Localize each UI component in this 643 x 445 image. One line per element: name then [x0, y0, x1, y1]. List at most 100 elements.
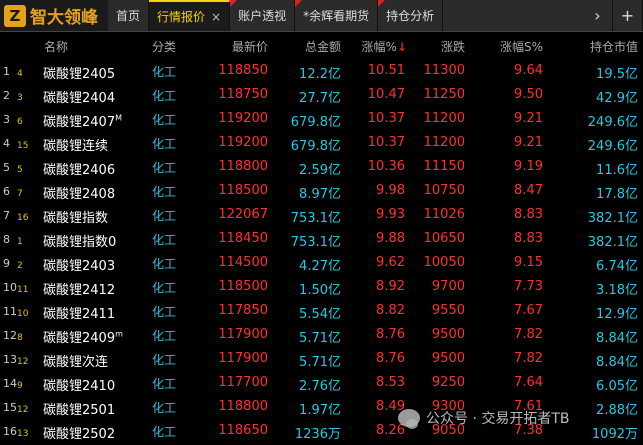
row-pct5: 8.83	[514, 231, 543, 246]
col-header-pct[interactable]: 涨幅%↓	[362, 38, 407, 55]
col-header-pct5[interactable]: 涨幅S%	[500, 38, 543, 55]
add-tab-icon[interactable]: +	[613, 0, 643, 31]
tab-0[interactable]: 首页	[108, 0, 150, 31]
table-row[interactable]: 4 15 化工 119200 679.8亿 10.37 11200 9.21 249.6亿 碳酸锂…	[0, 131, 643, 155]
quote-table-body: 1 4 化工 118850 12.2亿 10.51 11300 9.64 19.5亿 碳酸锂240…	[0, 59, 643, 443]
row-index: 13	[3, 353, 17, 366]
row-change: 11300	[423, 63, 465, 78]
quote-table-header: 名称 分类 最新价 总金额 涨幅%↓ 涨跌 涨幅S% 持仓市值	[0, 33, 643, 59]
row-pct: 10.37	[367, 135, 405, 150]
table-row[interactable]: 11 10 化工 117850 5.54亿 8.82 9550 7.67 12.9亿 碳酸锂241…	[0, 299, 643, 323]
row-name-text: 碳酸锂2411	[43, 307, 116, 322]
tab-scroll-next-icon[interactable]: ›	[583, 0, 613, 31]
col-header-amount[interactable]: 总金额	[305, 38, 341, 55]
row-name-text: 碳酸锂2409	[43, 331, 116, 346]
table-row[interactable]: 10 11 化工 118500 1.50亿 8.92 9700 7.73 3.18亿 碳酸锂241…	[0, 275, 643, 299]
tab-1[interactable]: 行情报价 ×	[149, 0, 231, 31]
col-header-change[interactable]: 涨跌	[441, 38, 465, 55]
row-price: 122067	[218, 207, 268, 222]
tab-3[interactable]: *余辉看期货	[295, 0, 379, 31]
table-row[interactable]: 13 12 化工 117900 5.71亿 8.76 9500 7.82 8.84亿 碳酸锂次连	[0, 347, 643, 371]
col-header-category[interactable]: 分类	[152, 38, 176, 55]
row-open-interest: 2.88亿	[596, 403, 638, 418]
row-name: 碳酸锂指数0	[43, 231, 116, 250]
row-name: 碳酸锂2502	[43, 423, 115, 442]
row-pct: 9.88	[376, 231, 405, 246]
row-pct: 8.53	[376, 375, 405, 390]
row-pct5: 8.83	[514, 207, 543, 222]
top-tab-bar: Z 智大领峰 首页 行情报价 × 账户透视 *余辉看期货 持仓分析 › +	[0, 0, 643, 32]
tab-label: 持仓分析	[386, 9, 435, 23]
row-change: 11150	[423, 159, 465, 174]
col-header-price[interactable]: 最新价	[232, 38, 268, 55]
row-category: 化工	[152, 65, 177, 79]
row-amount: 679.8亿	[290, 139, 341, 154]
row-change: 10750	[423, 183, 465, 198]
row-category: 化工	[152, 185, 177, 199]
tab-list: 首页 行情报价 × 账户透视 *余辉看期货 持仓分析	[108, 0, 444, 31]
row-sub-index: 4	[17, 69, 23, 79]
row-index: 1	[3, 65, 10, 78]
table-row[interactable]: 5 5 化工 118800 2.59亿 10.36 11150 9.19 11.6亿 碳酸锂240…	[0, 155, 643, 179]
row-category: 化工	[152, 233, 177, 247]
tab-marker-icon	[378, 0, 386, 7]
row-change: 9550	[431, 303, 465, 318]
row-index: 14	[3, 377, 17, 390]
row-sub-index: 3	[17, 93, 23, 103]
sort-desc-icon: ↓	[396, 40, 407, 54]
row-pct5: 7.82	[514, 351, 543, 366]
table-row[interactable]: 1 4 化工 118850 12.2亿 10.51 11300 9.64 19.5亿 碳酸锂240…	[0, 59, 643, 83]
table-row[interactable]: 3 6 化工 119200 679.8亿 10.37 11200 9.21 249.6亿 碳酸锂2…	[0, 107, 643, 131]
row-change: 9500	[431, 351, 465, 366]
row-pct5: 9.50	[514, 87, 543, 102]
tab-label: 行情报价	[157, 10, 206, 24]
row-change: 9500	[431, 327, 465, 342]
row-amount: 1236万	[294, 427, 341, 442]
row-name-badge: M	[115, 113, 122, 123]
row-open-interest: 19.5亿	[596, 67, 638, 82]
row-price: 118800	[218, 159, 268, 174]
table-row[interactable]: 7 16 化工 122067 753.1亿 9.93 11026 8.83 382.1亿 碳酸锂指…	[0, 203, 643, 227]
row-pct5: 7.73	[514, 279, 543, 294]
row-sub-index: 2	[17, 261, 23, 271]
tab-marker-icon	[230, 0, 238, 7]
app-logo: Z 智大领峰	[0, 0, 108, 31]
close-tab-icon[interactable]: ×	[211, 10, 221, 24]
col-header-pct-label: 涨幅%	[361, 40, 397, 54]
row-name: 碳酸锂2407M	[43, 111, 122, 130]
row-name: 碳酸锂2410	[43, 375, 115, 394]
row-amount: 1.50亿	[299, 283, 341, 298]
row-name: 碳酸锂2404	[43, 87, 115, 106]
row-index: 6	[3, 185, 10, 198]
row-price: 118750	[218, 87, 268, 102]
table-row[interactable]: 14 9 化工 117700 2.76亿 8.53 9250 7.64 6.05亿 碳酸锂2410	[0, 371, 643, 395]
table-row[interactable]: 6 7 化工 118500 8.97亿 9.98 10750 8.47 17.8亿 碳酸锂2408	[0, 179, 643, 203]
tab-4[interactable]: 持仓分析	[378, 0, 444, 31]
row-price: 119200	[218, 135, 268, 150]
row-open-interest: 6.05亿	[596, 379, 638, 394]
row-sub-index: 15	[17, 141, 29, 151]
row-category: 化工	[152, 137, 177, 151]
table-row[interactable]: 2 3 化工 118750 27.7亿 10.47 11250 9.50 42.9亿 碳酸锂240…	[0, 83, 643, 107]
row-index: 16	[3, 425, 17, 438]
row-category: 化工	[152, 281, 177, 295]
row-pct5: 9.21	[514, 135, 543, 150]
row-pct: 8.76	[376, 351, 405, 366]
row-pct: 8.76	[376, 327, 405, 342]
table-row[interactable]: 12 8 化工 117900 5.71亿 8.76 9500 7.82 8.84亿 碳酸锂2409…	[0, 323, 643, 347]
row-open-interest: 3.18亿	[596, 283, 638, 298]
row-amount: 8.97亿	[299, 187, 341, 202]
tab-2[interactable]: 账户透视	[230, 0, 296, 31]
row-index: 10	[3, 281, 17, 294]
col-header-name[interactable]: 名称	[44, 38, 68, 55]
row-name-text: 碳酸锂2502	[43, 427, 116, 442]
row-category: 化工	[152, 209, 177, 223]
row-price: 118800	[218, 399, 268, 414]
col-header-oi[interactable]: 持仓市值	[590, 38, 638, 55]
table-row[interactable]: 9 2 化工 114500 4.27亿 9.62 10050 9.15 6.74亿 碳酸锂2403	[0, 251, 643, 275]
logo-text: 智大领峰	[30, 8, 98, 28]
row-amount: 12.2亿	[299, 67, 341, 82]
table-row[interactable]: 8 1 化工 118450 753.1亿 9.88 10650 8.83 382.1亿 碳酸锂指数…	[0, 227, 643, 251]
row-name-text: 碳酸锂指数0	[43, 235, 117, 250]
row-pct: 9.62	[376, 255, 405, 270]
